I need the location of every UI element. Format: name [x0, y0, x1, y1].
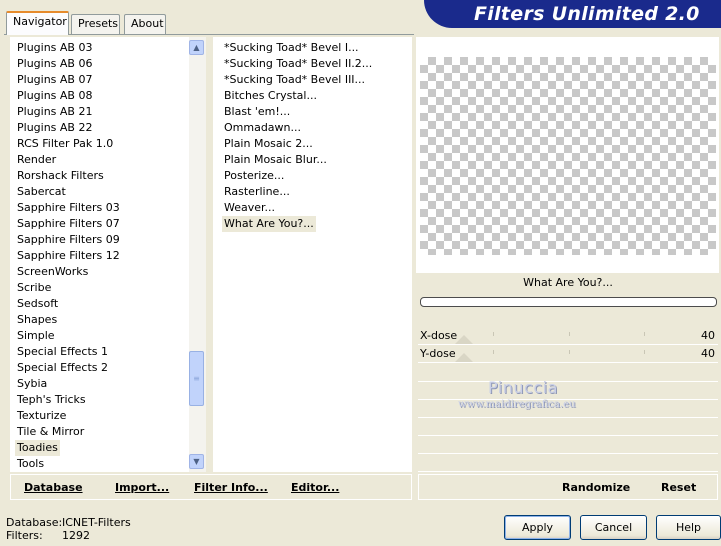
help-button[interactable]: Help	[656, 515, 721, 540]
category-item[interactable]: Render	[15, 152, 58, 168]
database-status-label: Database:	[6, 516, 63, 529]
randomize-button[interactable]: Randomize	[562, 481, 630, 494]
database-button[interactable]: Database	[24, 481, 83, 494]
filter-item[interactable]: *Sucking Toad* Bevel I...	[222, 40, 361, 56]
database-status-value: ICNET-Filters	[62, 516, 131, 529]
empty-control-row	[418, 364, 718, 382]
filters-status-label: Filters:	[6, 529, 43, 542]
category-item[interactable]: RCS Filter Pak 1.0	[15, 136, 115, 152]
filter-item[interactable]: *Sucking Toad* Bevel II.2...	[222, 56, 374, 72]
filter-item[interactable]: *Sucking Toad* Bevel III...	[222, 72, 367, 88]
filter-item[interactable]: Blast 'em!...	[222, 104, 292, 120]
category-item[interactable]: Scribe	[15, 280, 53, 296]
scroll-down-icon[interactable]: ▼	[189, 454, 204, 469]
category-item[interactable]: Sybia	[15, 376, 49, 392]
category-item[interactable]: Plugins AB 22	[15, 120, 94, 136]
slider-value: 40	[701, 329, 715, 342]
filter-item[interactable]: Ommadawn...	[222, 120, 303, 136]
category-item[interactable]: Sedsoft	[15, 296, 60, 312]
watermark-name: Pinuccia	[488, 378, 558, 397]
category-item[interactable]: Sapphire Filters 07	[15, 216, 122, 232]
tab-about[interactable]: About	[124, 14, 166, 34]
category-item[interactable]: Shapes	[15, 312, 59, 328]
scroll-up-icon[interactable]: ▲	[189, 40, 204, 55]
empty-control-row	[418, 382, 718, 400]
tab-navigator[interactable]: Navigator	[6, 11, 69, 35]
filter-item[interactable]: Plain Mosaic 2...	[222, 136, 315, 152]
filter-item[interactable]: Plain Mosaic Blur...	[222, 152, 329, 168]
category-item[interactable]: Rorshack Filters	[15, 168, 106, 184]
slider-handle[interactable]	[455, 335, 473, 344]
empty-control-row	[418, 418, 718, 436]
category-scrollbar[interactable]: ▲ ≡ ▼	[189, 37, 206, 472]
slider-x-dose[interactable]: X-dose 40	[418, 328, 718, 345]
slider-label: Y-dose	[420, 347, 456, 360]
progress-bar	[420, 297, 717, 307]
watermark-site: www.maidiregrafica.eu	[458, 399, 576, 410]
category-item[interactable]: Special Effects 2	[15, 360, 110, 376]
category-item[interactable]: Plugins AB 21	[15, 104, 94, 120]
filters-status: Filters: 1292	[6, 529, 90, 542]
category-item[interactable]: Plugins AB 08	[15, 88, 94, 104]
empty-control-row	[418, 454, 718, 472]
category-item[interactable]: Simple	[15, 328, 57, 344]
slider-label: X-dose	[420, 329, 458, 342]
filter-item[interactable]: Bitches Crystal...	[222, 88, 319, 104]
slider-handle[interactable]	[455, 353, 473, 362]
category-item[interactable]: Plugins AB 07	[15, 72, 94, 88]
reset-button[interactable]: Reset	[661, 481, 696, 494]
tab-presets[interactable]: Presets	[71, 14, 120, 34]
filter-name-label: What Are You?...	[523, 276, 613, 289]
filter-info-button[interactable]: Filter Info...	[194, 481, 268, 494]
category-item[interactable]: Tools	[15, 456, 46, 472]
category-item[interactable]: Texturize	[15, 408, 68, 424]
slider-value: 40	[701, 347, 715, 360]
filter-item[interactable]: Rasterline...	[222, 184, 292, 200]
category-item[interactable]: Teph's Tricks	[15, 392, 88, 408]
filter-item[interactable]: Posterize...	[222, 168, 286, 184]
database-status: Database: ICNET-Filters	[6, 516, 131, 529]
empty-control-row	[418, 436, 718, 454]
filters-status-value: 1292	[62, 529, 90, 542]
cancel-button[interactable]: Cancel	[580, 515, 647, 540]
category-item[interactable]: Sapphire Filters 12	[15, 248, 122, 264]
app-title: Filters Unlimited 2.0	[474, 3, 700, 25]
category-item[interactable]: Sabercat	[15, 184, 68, 200]
scroll-thumb[interactable]: ≡	[189, 351, 204, 406]
category-item[interactable]: Toadies	[15, 440, 60, 456]
preview-canvas	[420, 57, 716, 255]
category-item[interactable]: Tile & Mirror	[15, 424, 86, 440]
filter-item[interactable]: Weaver...	[222, 200, 277, 216]
category-item[interactable]: ScreenWorks	[15, 264, 90, 280]
category-item[interactable]: Special Effects 1	[15, 344, 110, 360]
category-item[interactable]: Sapphire Filters 09	[15, 232, 122, 248]
filter-item[interactable]: What Are You?...	[222, 216, 316, 232]
slider-y-dose[interactable]: Y-dose 40	[418, 346, 718, 363]
category-item[interactable]: Plugins AB 03	[15, 40, 94, 56]
apply-button[interactable]: Apply	[504, 515, 571, 540]
category-item[interactable]: Sapphire Filters 03	[15, 200, 122, 216]
editor-button[interactable]: Editor...	[291, 481, 339, 494]
category-list[interactable]: Plugins AB 03 Plugins AB 06 Plugins AB 07 P…	[10, 37, 190, 472]
import-button[interactable]: Import...	[115, 481, 169, 494]
category-item[interactable]: Plugins AB 06	[15, 56, 94, 72]
filter-list[interactable]: *Sucking Toad* Bevel I... *Sucking Toad* …	[213, 37, 412, 472]
